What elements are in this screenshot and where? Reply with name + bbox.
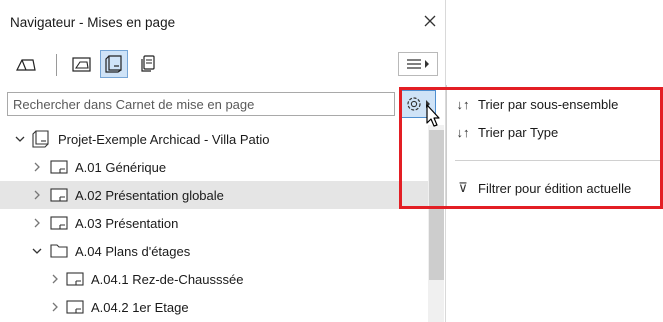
filter-icon: ⊽ — [458, 180, 468, 195]
options-popup-menu: ↓↑ Trier par sous-ensemble ↓↑ Trier par … — [446, 85, 663, 207]
chevron-right-icon[interactable] — [31, 217, 43, 229]
tree-row-layout-selected[interactable]: A.02 Présentation globale — [0, 181, 428, 209]
chevron-right-icon[interactable] — [31, 161, 43, 173]
mouse-cursor-icon — [426, 104, 440, 127]
tree-row-layout[interactable]: A.04.2 1er Etage — [0, 293, 428, 321]
layout-sheet-icon — [50, 160, 68, 174]
tree-item-label: A.04.2 1er Etage — [91, 299, 189, 315]
menu-item-label: Trier par Type — [478, 124, 559, 140]
menu-separator — [455, 160, 663, 161]
menu-item-label: Filtrer pour édition actuelle — [478, 180, 632, 196]
chevron-right-icon[interactable] — [49, 301, 61, 313]
close-icon — [424, 15, 436, 27]
project-map-button[interactable] — [12, 50, 40, 78]
tree-item-label: A.01 Générique — [75, 159, 167, 175]
tree-item-label: A.04.1 Rez-de-Chausssée — [91, 271, 244, 287]
tree-item-label: A.02 Présentation globale — [75, 187, 224, 203]
tree-row-book[interactable]: Projet-Exemple Archicad - Villa Patio — [0, 125, 428, 153]
tree-item-label: A.04 Plans d'étages — [75, 243, 191, 259]
layout-sheet-icon — [66, 272, 84, 286]
chevron-right-icon[interactable] — [31, 189, 43, 201]
panel-menu-button[interactable] — [398, 52, 438, 76]
title-bar: Navigateur - Mises en page — [0, 0, 445, 42]
publisher-sets-icon — [141, 55, 155, 72]
layout-book-icon — [105, 55, 122, 73]
navigator-panel: Navigateur - Mises en page Rechercher da… — [0, 0, 446, 322]
hamburger-icon — [407, 59, 421, 69]
scrollbar-thumb[interactable] — [429, 130, 444, 280]
caret-right-icon — [425, 60, 429, 68]
view-map-button[interactable] — [68, 50, 96, 78]
layout-book-icon — [32, 130, 49, 148]
layout-tree: Projet-Exemple Archicad - Villa Patio A.… — [0, 125, 428, 322]
tree-item-label: Projet-Exemple Archicad - Villa Patio — [58, 131, 270, 147]
sort-icon: ↓↑ — [456, 96, 470, 112]
tree-row-layout[interactable]: A.04.1 Rez-de-Chausssée — [0, 265, 428, 293]
sort-icon: ↓↑ — [456, 124, 470, 140]
layout-sheet-icon — [50, 216, 68, 230]
menu-item-sort-by-subset[interactable]: ↓↑ Trier par sous-ensemble — [447, 91, 663, 117]
close-button[interactable] — [418, 8, 442, 34]
tree-item-label: A.03 Présentation — [75, 215, 179, 231]
layout-book-button[interactable] — [100, 50, 128, 78]
chevron-right-icon[interactable] — [49, 273, 61, 285]
toolbar-divider — [56, 54, 57, 76]
window-title: Navigateur - Mises en page — [10, 15, 176, 30]
tree-row-folder[interactable]: A.04 Plans d'étages — [0, 237, 428, 265]
chevron-down-icon[interactable] — [14, 133, 26, 145]
search-input[interactable] — [7, 92, 395, 116]
menu-item-filter-current-edition[interactable]: ⊽ Filtrer pour édition actuelle — [447, 175, 663, 201]
house-icon — [16, 59, 36, 71]
menu-item-label: Trier par sous-ensemble — [478, 96, 619, 112]
layout-sheet-icon — [66, 300, 84, 314]
gear-icon — [407, 97, 421, 111]
menu-item-sort-by-type[interactable]: ↓↑ Trier par Type — [447, 119, 663, 145]
tree-row-layout[interactable]: A.01 Générique — [0, 153, 428, 181]
view-map-icon — [72, 57, 91, 72]
chevron-down-icon[interactable] — [31, 245, 43, 257]
layout-sheet-icon — [50, 188, 68, 202]
tree-row-layout[interactable]: A.03 Présentation — [0, 209, 428, 237]
view-toolbar — [0, 50, 445, 84]
folder-icon — [50, 244, 68, 258]
publisher-sets-button[interactable] — [134, 50, 162, 78]
